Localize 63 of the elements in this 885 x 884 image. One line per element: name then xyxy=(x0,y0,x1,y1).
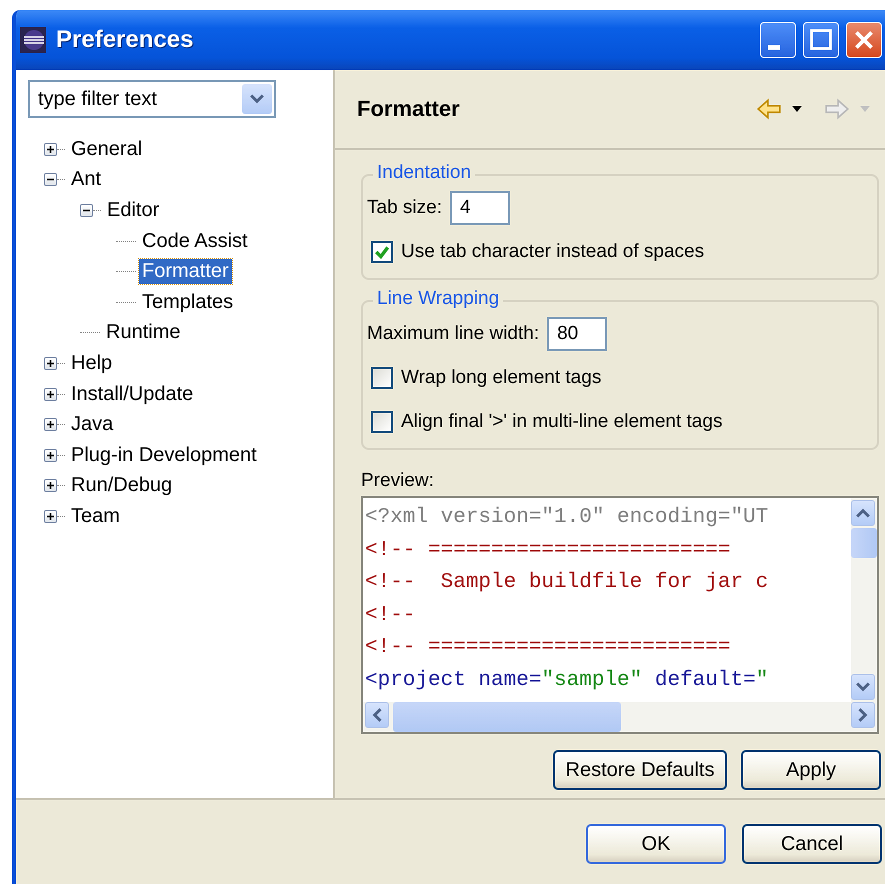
tree-item[interactable]: Ant xyxy=(68,167,104,192)
code-line: <!-- ======================== xyxy=(365,635,730,661)
code-line: <!-- Sample buildfile for jar c xyxy=(365,570,768,596)
horizontal-scrollbar[interactable] xyxy=(363,702,877,732)
tree-item[interactable]: Help xyxy=(68,350,116,376)
input-field[interactable]: 80 xyxy=(547,317,608,351)
input-field[interactable]: 4 xyxy=(450,191,510,225)
vertical-scrollbar[interactable] xyxy=(851,498,877,702)
code-line: <project name="sample" default=" xyxy=(365,668,768,694)
page-title: Formatter xyxy=(357,96,461,122)
expand-icon[interactable] xyxy=(44,510,57,523)
caret-icon xyxy=(250,94,264,104)
ok-button[interactable]: OK xyxy=(586,824,726,864)
scroll-left-icon[interactable] xyxy=(365,702,389,728)
close-button[interactable] xyxy=(846,22,882,58)
expand-icon[interactable] xyxy=(44,356,57,370)
field-label: Tab size: xyxy=(367,197,442,219)
tree-item[interactable]: Formatter xyxy=(139,259,232,284)
tree-item[interactable]: Code Assist xyxy=(139,228,251,254)
checkbox-label: Align final '>' in multi-line element tags xyxy=(401,411,722,433)
scroll-up-icon[interactable] xyxy=(851,500,875,526)
tree-item[interactable]: Editor xyxy=(104,198,162,223)
expand-icon[interactable] xyxy=(44,448,57,462)
filter-field[interactable]: type filter text xyxy=(28,80,276,118)
tree-item[interactable]: General xyxy=(68,136,146,162)
checkbox-label: Wrap long element tags xyxy=(401,367,602,389)
scroll-down-icon[interactable] xyxy=(851,674,875,700)
expand-icon[interactable] xyxy=(44,388,57,401)
collapse-icon[interactable] xyxy=(80,204,93,217)
expand-icon[interactable] xyxy=(44,142,57,156)
checkbox[interactable] xyxy=(371,411,393,433)
apply-button[interactable]: Apply xyxy=(741,750,881,790)
checkbox-label: Use tab character instead of spaces xyxy=(401,241,704,263)
collapse-icon[interactable] xyxy=(44,173,57,186)
scroll-thumb[interactable] xyxy=(393,702,621,732)
tree-item[interactable]: Team xyxy=(68,504,123,529)
checkbox[interactable] xyxy=(371,241,393,263)
code-line: <!-- xyxy=(365,602,416,628)
expand-icon[interactable] xyxy=(44,418,57,432)
caret-icon[interactable] xyxy=(792,106,802,112)
minimize-icon xyxy=(768,44,780,50)
window-title: Preferences xyxy=(56,26,194,54)
group-title: Line Wrapping xyxy=(373,288,504,310)
tree-item[interactable]: Runtime xyxy=(103,320,184,346)
expand-icon[interactable] xyxy=(44,479,57,492)
preview-label: Preview: xyxy=(361,470,434,492)
checkbox[interactable] xyxy=(371,367,393,389)
tree-item[interactable]: Install/Update xyxy=(68,382,196,407)
tree-item[interactable]: Java xyxy=(68,412,116,438)
tree-item[interactable]: Templates xyxy=(139,290,236,315)
cancel-button[interactable]: Cancel xyxy=(742,824,882,864)
maximize-button[interactable] xyxy=(803,22,839,58)
field-label: Maximum line width: xyxy=(367,323,540,345)
restore-defaults-button[interactable]: Restore Defaults xyxy=(553,750,727,790)
tree-item[interactable]: Run/Debug xyxy=(68,473,176,498)
scroll-right-icon[interactable] xyxy=(851,702,875,728)
eclipse-icon xyxy=(20,27,46,53)
code-line: <!-- ======================== xyxy=(365,538,730,564)
scroll-thumb[interactable] xyxy=(851,528,877,558)
minimize-button[interactable] xyxy=(760,22,796,58)
code-line: <?xml version="1.0" encoding="UT xyxy=(365,505,768,531)
tree-item[interactable]: Plug-in Development xyxy=(68,442,260,468)
dropdown-button[interactable] xyxy=(242,84,272,114)
